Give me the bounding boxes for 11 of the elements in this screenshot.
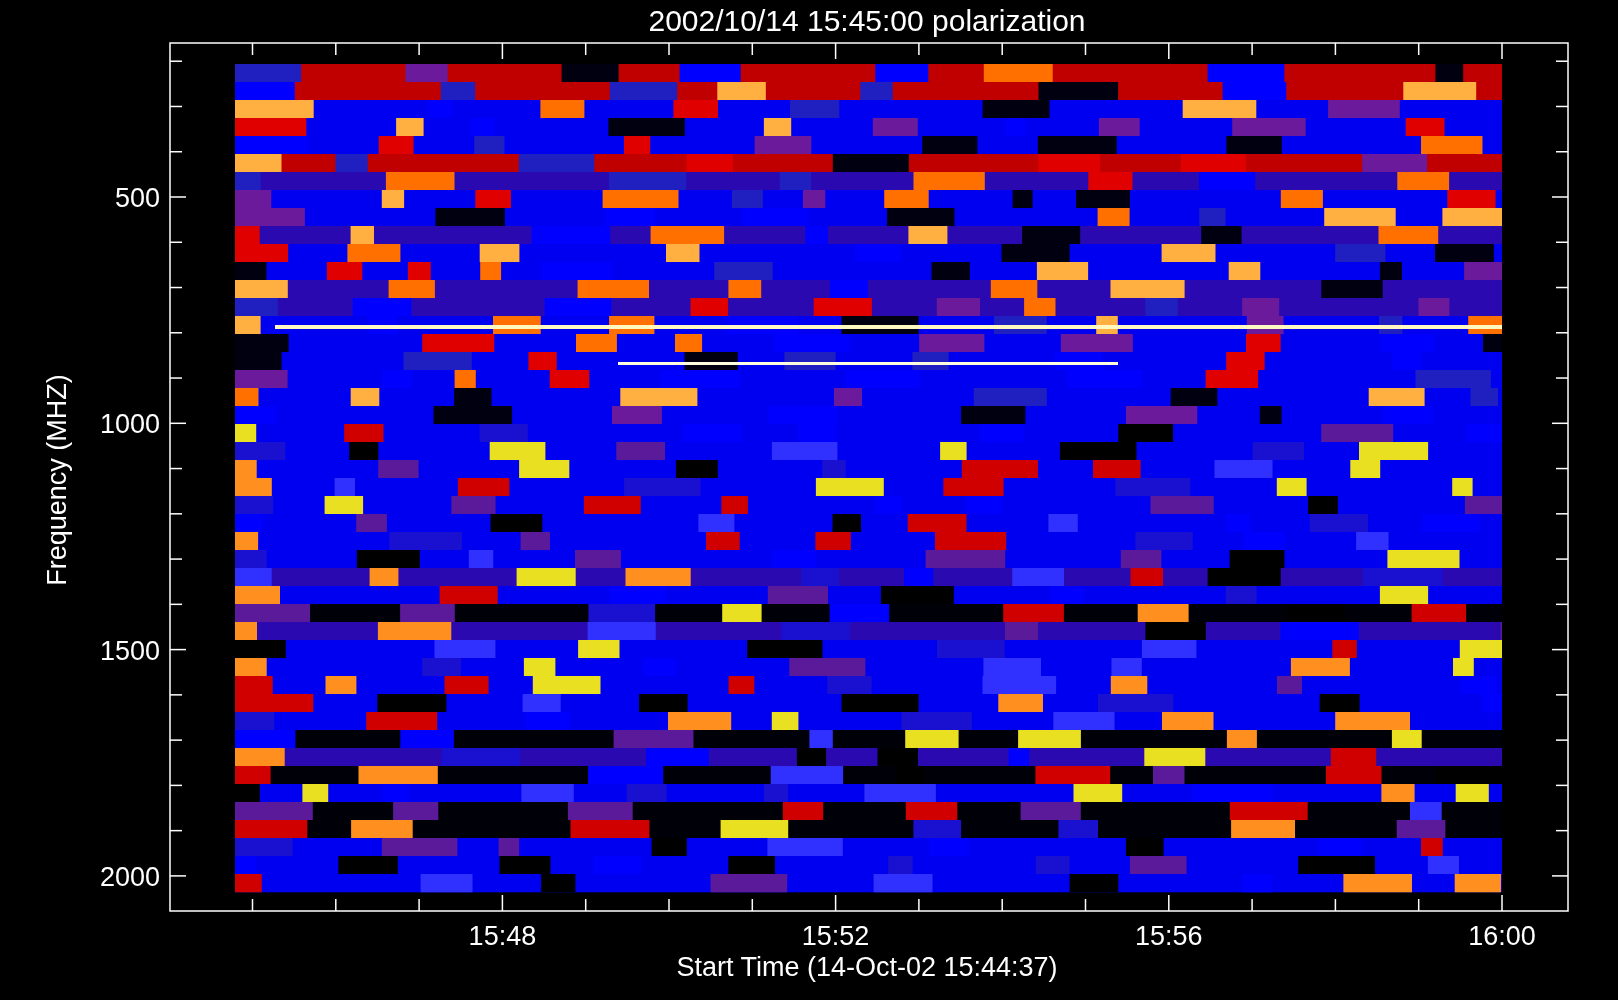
tick-label: 15:52 — [801, 921, 870, 951]
tick-label: 16:00 — [1468, 921, 1536, 951]
axis-label: Frequency (MHZ) — [42, 374, 72, 586]
tick-label: 1500 — [99, 635, 160, 666]
tick-label: 2000 — [99, 861, 160, 892]
tick-label: 15:48 — [468, 921, 537, 951]
chart-title: 2002/10/14 15:45:00 polarization — [648, 4, 1086, 37]
axis-label: Start Time (14-Oct-02 15:44:37) — [676, 952, 1058, 982]
tick-label: 500 — [114, 183, 160, 213]
tick-label: 15:56 — [1135, 921, 1203, 951]
tick-label: 1000 — [99, 409, 160, 440]
